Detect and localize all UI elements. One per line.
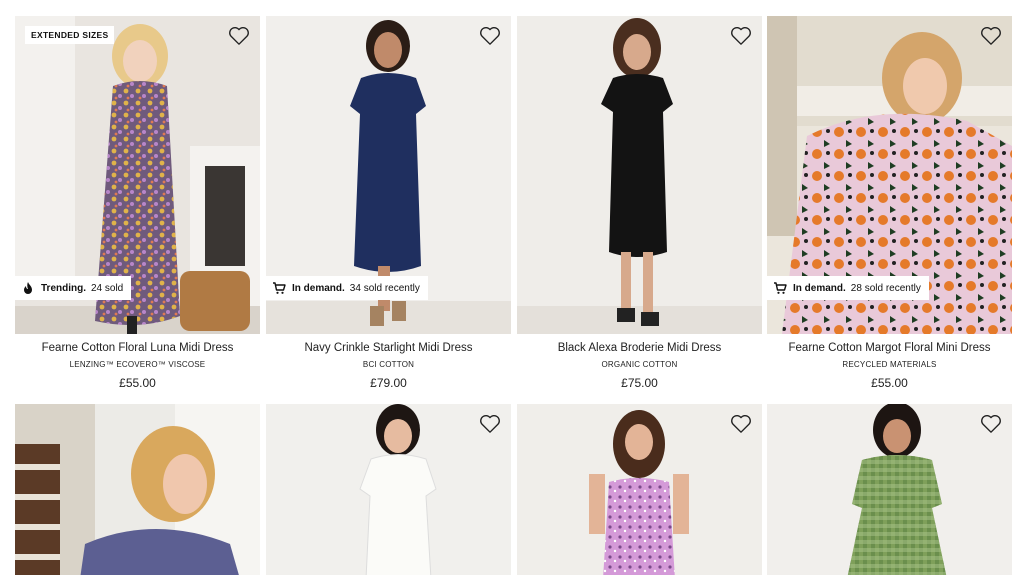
product-photo-illustration: [517, 16, 762, 334]
badge-text: 24 sold: [91, 282, 124, 294]
product-price: £55.00: [119, 376, 156, 390]
product-image[interactable]: EXTENDED SIZES Trending. 24 sold: [15, 16, 260, 334]
product-card[interactable]: Black Alexa Broderie Midi Dress ORGANIC …: [517, 16, 762, 390]
product-image[interactable]: In demand. 34 sold recently: [266, 16, 511, 334]
cart-icon: [773, 281, 787, 295]
product-price: £75.00: [621, 376, 658, 390]
product-name[interactable]: Fearne Cotton Floral Luna Midi Dress: [15, 341, 260, 355]
in-demand-badge: In demand. 28 sold recently: [767, 276, 929, 300]
product-fabric: BCI COTTON: [362, 360, 415, 369]
wishlist-heart-icon[interactable]: [228, 26, 250, 46]
flame-icon: [21, 281, 35, 295]
badge-text: 34 sold recently: [349, 282, 420, 294]
product-photo-illustration: [15, 404, 260, 575]
product-photo-illustration: [266, 404, 511, 575]
product-price: £55.00: [871, 376, 908, 390]
product-card[interactable]: [767, 404, 1012, 575]
product-fabric: LENZING™ ECOVERO™ VISCOSE: [69, 360, 206, 369]
badge-label: In demand.: [793, 282, 846, 294]
product-image[interactable]: [15, 404, 260, 575]
product-name[interactable]: Black Alexa Broderie Midi Dress: [517, 341, 762, 355]
wishlist-heart-icon[interactable]: [479, 26, 501, 46]
product-card[interactable]: In demand. 28 sold recently Fearne Cotto…: [767, 16, 1012, 390]
product-card[interactable]: [266, 404, 511, 575]
trending-badge: Trending. 24 sold: [15, 276, 132, 300]
wishlist-heart-icon[interactable]: [479, 414, 501, 434]
product-price: £79.00: [370, 376, 407, 390]
product-name[interactable]: Navy Crinkle Starlight Midi Dress: [266, 341, 511, 355]
product-card[interactable]: In demand. 34 sold recently Navy Crinkle…: [266, 16, 511, 390]
product-card[interactable]: [15, 404, 260, 575]
product-photo-illustration: [767, 404, 1012, 575]
product-photo-illustration: [517, 404, 762, 575]
product-card[interactable]: EXTENDED SIZES Trending. 24 sold Fearne …: [15, 16, 260, 390]
product-image[interactable]: [517, 16, 762, 334]
product-image[interactable]: [266, 404, 511, 575]
wishlist-heart-icon[interactable]: [730, 26, 752, 46]
product-image[interactable]: [767, 404, 1012, 575]
product-name[interactable]: Fearne Cotton Margot Floral Mini Dress: [767, 341, 1012, 355]
in-demand-badge: In demand. 34 sold recently: [266, 276, 428, 300]
wishlist-heart-icon[interactable]: [730, 414, 752, 434]
cart-icon: [272, 281, 286, 295]
product-image[interactable]: In demand. 28 sold recently: [767, 16, 1012, 334]
badge-text: 28 sold recently: [850, 282, 921, 294]
wishlist-heart-icon[interactable]: [980, 26, 1002, 46]
product-image[interactable]: [517, 404, 762, 575]
badge-label: Trending.: [41, 282, 86, 294]
product-fabric: ORGANIC COTTON: [601, 360, 678, 369]
product-card[interactable]: [517, 404, 762, 575]
badge-label: In demand.: [292, 282, 345, 294]
extended-sizes-tag: EXTENDED SIZES: [25, 26, 115, 44]
wishlist-heart-icon[interactable]: [980, 414, 1002, 434]
product-fabric: RECYCLED MATERIALS: [842, 360, 937, 369]
